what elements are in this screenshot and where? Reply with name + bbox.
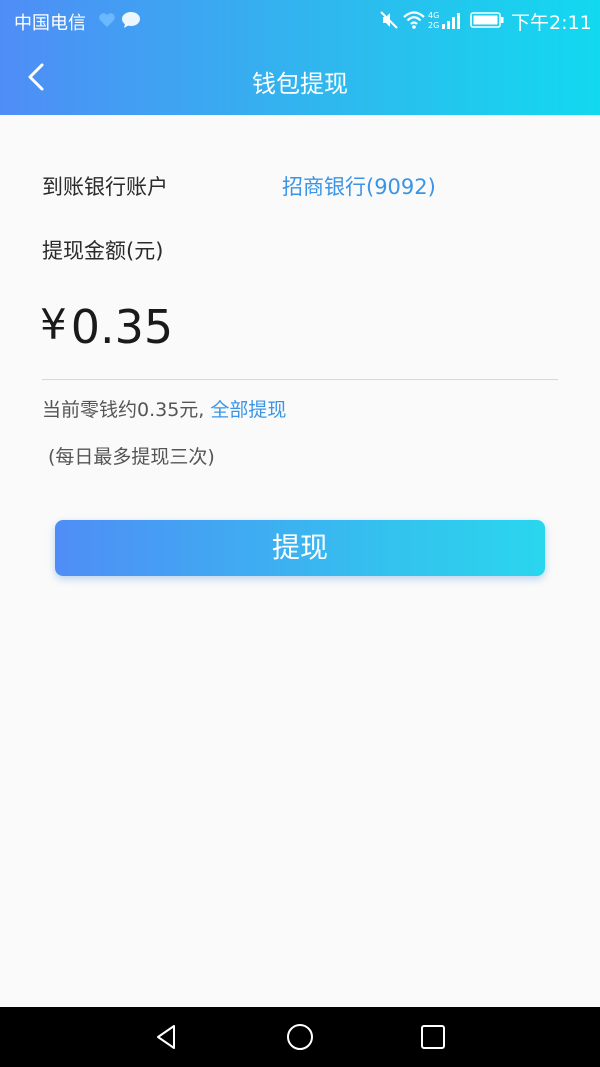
triangle-back-icon[interactable] <box>152 1022 182 1052</box>
circle-home-icon[interactable] <box>285 1022 315 1052</box>
withdraw-screen: 中国电信 4G 2G 下午2:11 钱包提现 到账银行账户 招商银行(9092)… <box>0 0 600 1067</box>
currency-symbol: ¥ <box>40 300 67 349</box>
status-bar: 中国电信 4G 2G 下午2:11 <box>0 0 600 40</box>
bank-account-label: 到账银行账户 <box>42 175 168 199</box>
amount-value: 0.35 <box>70 300 174 354</box>
carrier-name: 中国电信 <box>14 13 86 34</box>
withdraw-all-link[interactable]: 全部提现 <box>210 399 286 421</box>
daily-limit-note: (每日最多提现三次) <box>48 446 215 468</box>
mute-icon <box>380 11 398 29</box>
signal-icon: 4G 2G <box>428 11 460 30</box>
system-navigation-bar <box>0 1007 600 1067</box>
message-icon <box>122 12 140 28</box>
heart-icon <box>99 13 115 27</box>
status-time: 下午2:11 <box>511 12 592 34</box>
amount-input[interactable]: ¥0.35 <box>40 300 173 354</box>
balance-info: 当前零钱约0.35元, 全部提现 <box>42 395 286 422</box>
square-recents-icon[interactable] <box>418 1022 448 1052</box>
battery-icon <box>470 12 504 28</box>
amount-divider <box>42 379 558 380</box>
bank-account-value[interactable]: 招商银行(9092) <box>282 171 436 201</box>
header-gradient: 中国电信 4G 2G 下午2:11 钱包提现 <box>0 0 600 115</box>
amount-label: 提现金额(元) <box>42 239 164 263</box>
nav-bar: 钱包提现 <box>0 40 600 115</box>
network-label-top: 4G <box>428 11 439 20</box>
balance-text: 当前零钱约0.35元, <box>42 399 211 421</box>
withdraw-button[interactable]: 提现 <box>55 520 545 576</box>
network-label-bottom: 2G <box>428 21 439 30</box>
wifi-icon <box>403 11 425 29</box>
page-title: 钱包提现 <box>252 70 348 98</box>
